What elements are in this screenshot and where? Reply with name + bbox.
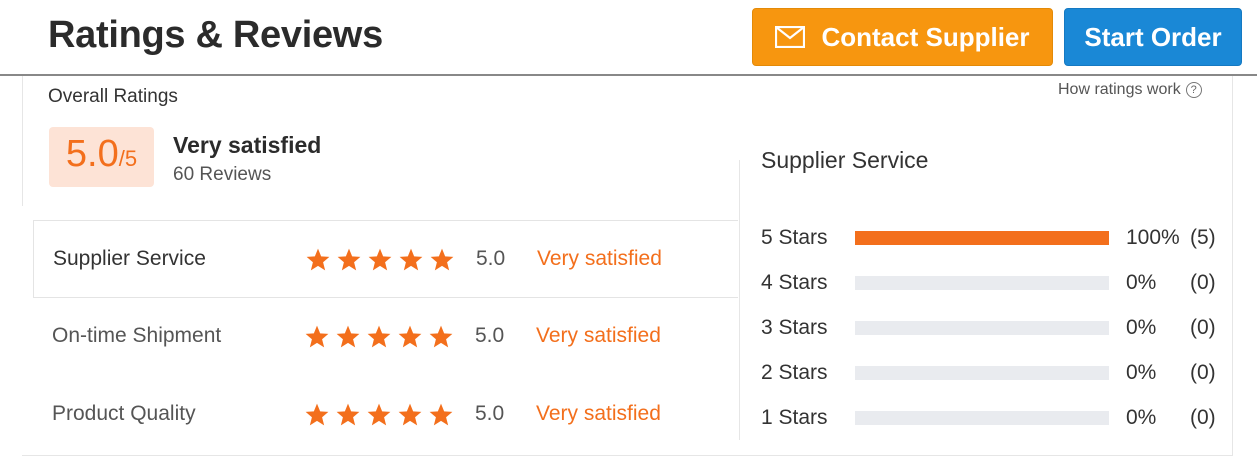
section-divider <box>739 160 740 440</box>
rating-row-satisfaction: Very satisfied <box>536 402 661 425</box>
star-breakdown-row: 5 Stars 100% (5) <box>761 223 1231 253</box>
bar-track <box>855 366 1109 380</box>
mail-icon <box>775 26 806 48</box>
page-title: Ratings & Reviews <box>48 14 383 56</box>
rating-row-product-quality[interactable]: Product Quality 5.0 Very satisfied <box>33 375 738 453</box>
star-icon <box>305 325 329 347</box>
rating-row-score: 5.0 <box>475 402 505 425</box>
star-breakdown-row: 1 Stars 0% (0) <box>761 403 1231 433</box>
bar-percent: 0% <box>1126 406 1157 429</box>
star-icon <box>429 403 453 425</box>
star-breakdown-row: 2 Stars 0% (0) <box>761 358 1231 388</box>
star-icon <box>367 325 391 347</box>
overall-score-badge: 5.0 /5 <box>49 127 154 187</box>
rating-row-satisfaction: Very satisfied <box>537 247 662 270</box>
rating-row-score: 5.0 <box>475 324 505 347</box>
bar-percent: 100% <box>1126 226 1180 249</box>
overall-satisfaction: Very satisfied <box>173 132 322 158</box>
bar-count: (0) <box>1190 316 1216 339</box>
bar-label: 5 Stars <box>761 226 828 249</box>
overall-ratings-label: Overall Ratings <box>48 86 178 107</box>
bar-fill <box>855 231 1109 245</box>
bar-label: 1 Stars <box>761 406 828 429</box>
star-icon <box>337 248 361 270</box>
star-breakdown-row: 4 Stars 0% (0) <box>761 268 1231 298</box>
star-icon <box>306 248 330 270</box>
bar-track <box>855 276 1109 290</box>
star-icon <box>398 403 422 425</box>
help-icon: ? <box>1185 82 1202 98</box>
bar-track <box>855 321 1109 335</box>
panel-border-left <box>22 76 23 206</box>
star-breakdown-row: 3 Stars 0% (0) <box>761 313 1231 343</box>
bar-count: (0) <box>1190 271 1216 294</box>
how-ratings-work-text: How ratings work <box>1058 81 1181 98</box>
bar-track <box>855 411 1109 425</box>
rating-row-supplier-service[interactable]: Supplier Service 5.0 Very satisfied <box>33 220 738 298</box>
star-rating <box>305 247 455 272</box>
star-icon <box>398 325 422 347</box>
bar-track <box>855 231 1109 245</box>
rating-row-label: Supplier Service <box>53 247 206 270</box>
star-icon <box>336 325 360 347</box>
bar-percent: 0% <box>1126 271 1157 294</box>
contact-supplier-button[interactable]: Contact Supplier <box>752 8 1053 66</box>
contact-supplier-label: Contact Supplier <box>821 21 1030 52</box>
bar-percent: 0% <box>1126 361 1157 384</box>
panel-border-right <box>1232 76 1233 456</box>
start-order-label: Start Order <box>1084 21 1222 52</box>
star-rating <box>304 324 454 349</box>
breakdown-title: Supplier Service <box>761 147 929 173</box>
star-icon <box>368 248 392 270</box>
rating-row-on-time-shipment[interactable]: On-time Shipment 5.0 Very satisfied <box>33 297 738 375</box>
bar-count: (5) <box>1190 226 1216 249</box>
reviews-count: 60 Reviews <box>173 164 272 185</box>
star-icon <box>367 403 391 425</box>
star-icon <box>430 248 454 270</box>
bar-label: 3 Stars <box>761 316 828 339</box>
star-icon <box>305 403 329 425</box>
rating-row-label: On-time Shipment <box>52 324 222 347</box>
bar-count: (0) <box>1190 361 1216 384</box>
star-icon <box>399 248 423 270</box>
panel-border-bottom <box>22 455 1233 456</box>
bar-count: (0) <box>1190 406 1216 429</box>
header-divider <box>0 74 1257 76</box>
rating-row-score: 5.0 <box>476 247 506 270</box>
start-order-button[interactable]: Start Order <box>1064 8 1242 66</box>
bar-label: 4 Stars <box>761 271 828 294</box>
overall-score: 5.0 <box>65 133 119 175</box>
star-icon <box>429 325 453 347</box>
bar-percent: 0% <box>1126 316 1157 339</box>
overall-score-max: /5 <box>118 146 138 171</box>
how-ratings-work-link[interactable]: How ratings work ? <box>1058 81 1202 99</box>
rating-row-satisfaction: Very satisfied <box>536 324 661 347</box>
rating-row-label: Product Quality <box>52 402 196 425</box>
star-icon <box>336 403 360 425</box>
bar-label: 2 Stars <box>761 361 828 384</box>
star-rating <box>304 402 454 427</box>
